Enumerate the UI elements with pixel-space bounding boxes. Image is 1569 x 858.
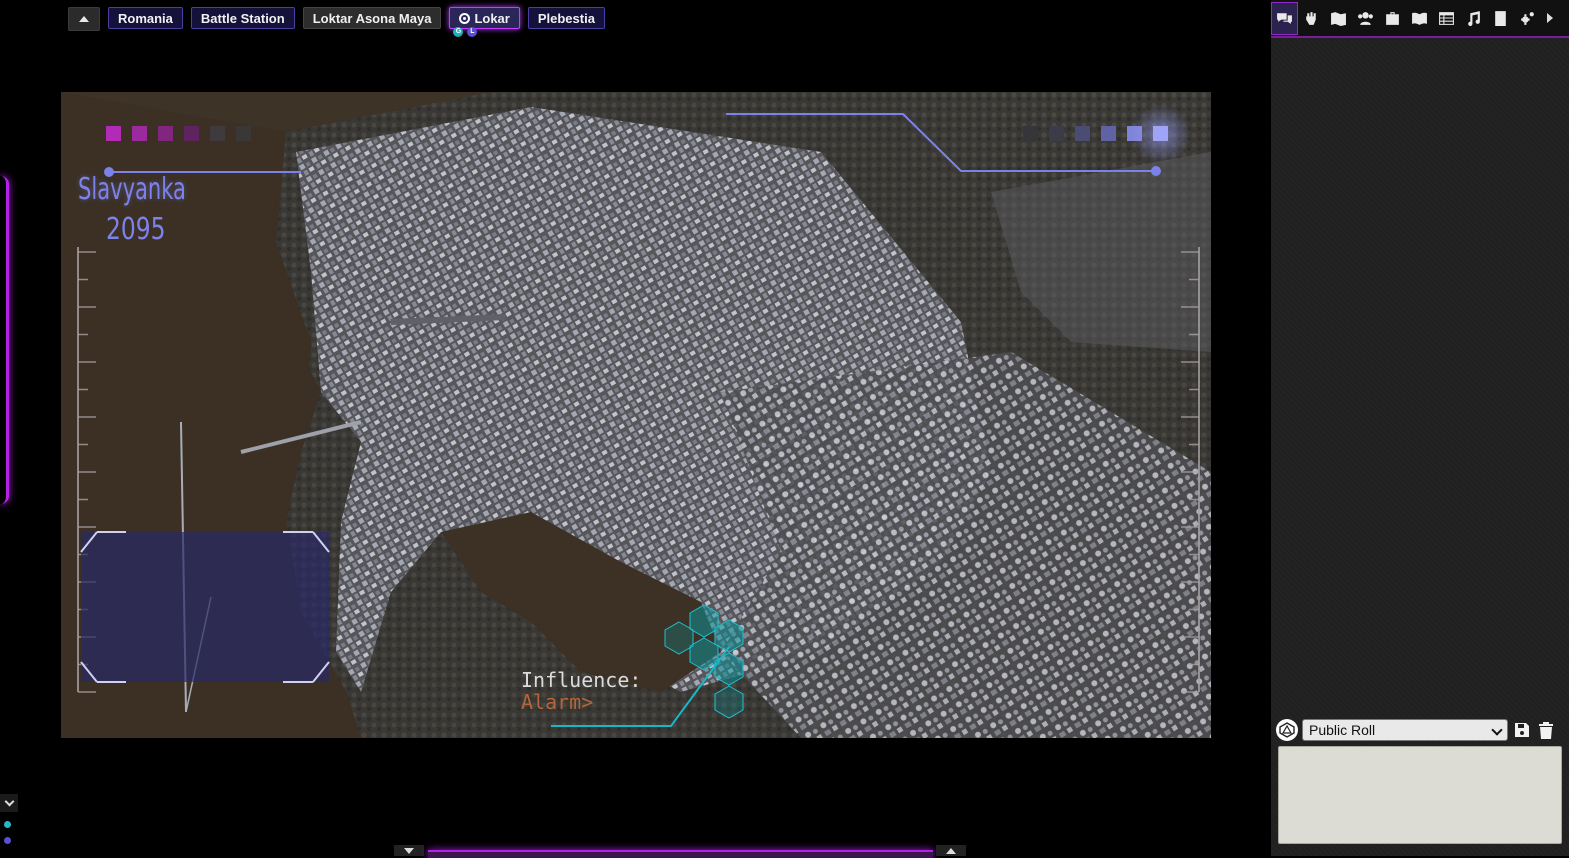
d20-icon[interactable] bbox=[1276, 719, 1298, 741]
scene-tab-plebestia[interactable]: Plebestia bbox=[527, 7, 605, 29]
people-icon bbox=[1358, 11, 1373, 25]
tab-settings[interactable] bbox=[1514, 1, 1541, 35]
scene-tab-battle-station[interactable]: Battle Station bbox=[190, 7, 295, 29]
map-artwork bbox=[61, 92, 1211, 738]
influence-label: Influence: bbox=[521, 668, 642, 692]
export-chat-button[interactable] bbox=[1512, 720, 1532, 740]
sidebar-tabs bbox=[1271, 0, 1569, 38]
table-icon bbox=[1439, 11, 1454, 25]
tab-chat[interactable] bbox=[1271, 1, 1298, 35]
tab-scenes[interactable] bbox=[1325, 1, 1352, 35]
chat-message-input[interactable] bbox=[1278, 746, 1562, 844]
roll-mode-select[interactable]: Public Roll bbox=[1302, 719, 1508, 741]
tab-compendium[interactable] bbox=[1487, 1, 1514, 35]
user-badges: G L bbox=[453, 27, 478, 37]
target-icon bbox=[459, 12, 471, 24]
book-icon bbox=[1412, 12, 1427, 25]
influence-value: Alarm> bbox=[521, 690, 594, 714]
tab-tables[interactable] bbox=[1433, 1, 1460, 35]
scene-tab-label: Romania bbox=[118, 10, 173, 26]
chevron-down-icon bbox=[4, 796, 14, 807]
player-status-dot bbox=[4, 837, 11, 844]
hotbar-edge bbox=[428, 850, 933, 858]
player-status-dot bbox=[4, 821, 11, 828]
user-badge: L bbox=[467, 27, 478, 37]
tab-actors[interactable] bbox=[1352, 1, 1379, 35]
scene-tab-label: Battle Station bbox=[200, 10, 285, 26]
hotbar-collapse-button[interactable] bbox=[394, 845, 424, 856]
map-title: Slavyanka bbox=[78, 172, 186, 207]
tab-combat[interactable] bbox=[1298, 1, 1325, 35]
scene-tab-label: Lokar bbox=[474, 10, 510, 26]
music-icon bbox=[1468, 10, 1480, 26]
scene-tab-label: Plebestia bbox=[537, 10, 595, 26]
chevron-down-icon bbox=[1491, 724, 1503, 736]
roll-mode-value: Public Roll bbox=[1309, 722, 1376, 738]
briefcase-icon bbox=[1386, 11, 1399, 25]
save-icon bbox=[1515, 723, 1529, 737]
user-badge: G bbox=[453, 27, 464, 37]
map-year: 2095 bbox=[106, 212, 166, 247]
hotbar-expand-button[interactable] bbox=[936, 845, 966, 856]
map-icon bbox=[1331, 11, 1346, 26]
influence-readout: Influence: Alarm> bbox=[521, 669, 641, 713]
scene-tab-lokar[interactable]: Lokar G L bbox=[449, 7, 520, 37]
tab-journal[interactable] bbox=[1406, 1, 1433, 35]
scene-navigation: Romania Battle Station Loktar Asona Maya… bbox=[68, 7, 605, 37]
journal-icon bbox=[1495, 10, 1506, 26]
left-drawer-edge[interactable] bbox=[0, 176, 9, 504]
collapse-navigation-button[interactable] bbox=[68, 7, 100, 31]
scene-tab-romania[interactable]: Romania bbox=[108, 7, 183, 29]
scene-map[interactable]: Slavyanka 2095 Influence: Alarm> bbox=[61, 92, 1211, 738]
players-collapse-button[interactable] bbox=[0, 794, 18, 812]
tab-items[interactable] bbox=[1379, 1, 1406, 35]
chat-controls: Public Roll bbox=[1276, 718, 1566, 742]
clear-chat-button[interactable] bbox=[1536, 720, 1556, 740]
tab-playlists[interactable] bbox=[1460, 1, 1487, 35]
settings-icon bbox=[1521, 11, 1534, 25]
trash-icon bbox=[1539, 722, 1553, 739]
triangle-right-icon[interactable] bbox=[1547, 13, 1553, 23]
triangle-up-icon bbox=[79, 16, 89, 22]
triangle-up-icon bbox=[946, 847, 956, 854]
triangle-down-icon bbox=[404, 847, 414, 854]
hand-icon bbox=[1306, 11, 1316, 25]
chat-icon bbox=[1277, 12, 1292, 24]
scene-tab-label: Loktar Asona Maya bbox=[312, 10, 432, 26]
scene-tab-loktar-asona-maya[interactable]: Loktar Asona Maya bbox=[302, 7, 442, 29]
